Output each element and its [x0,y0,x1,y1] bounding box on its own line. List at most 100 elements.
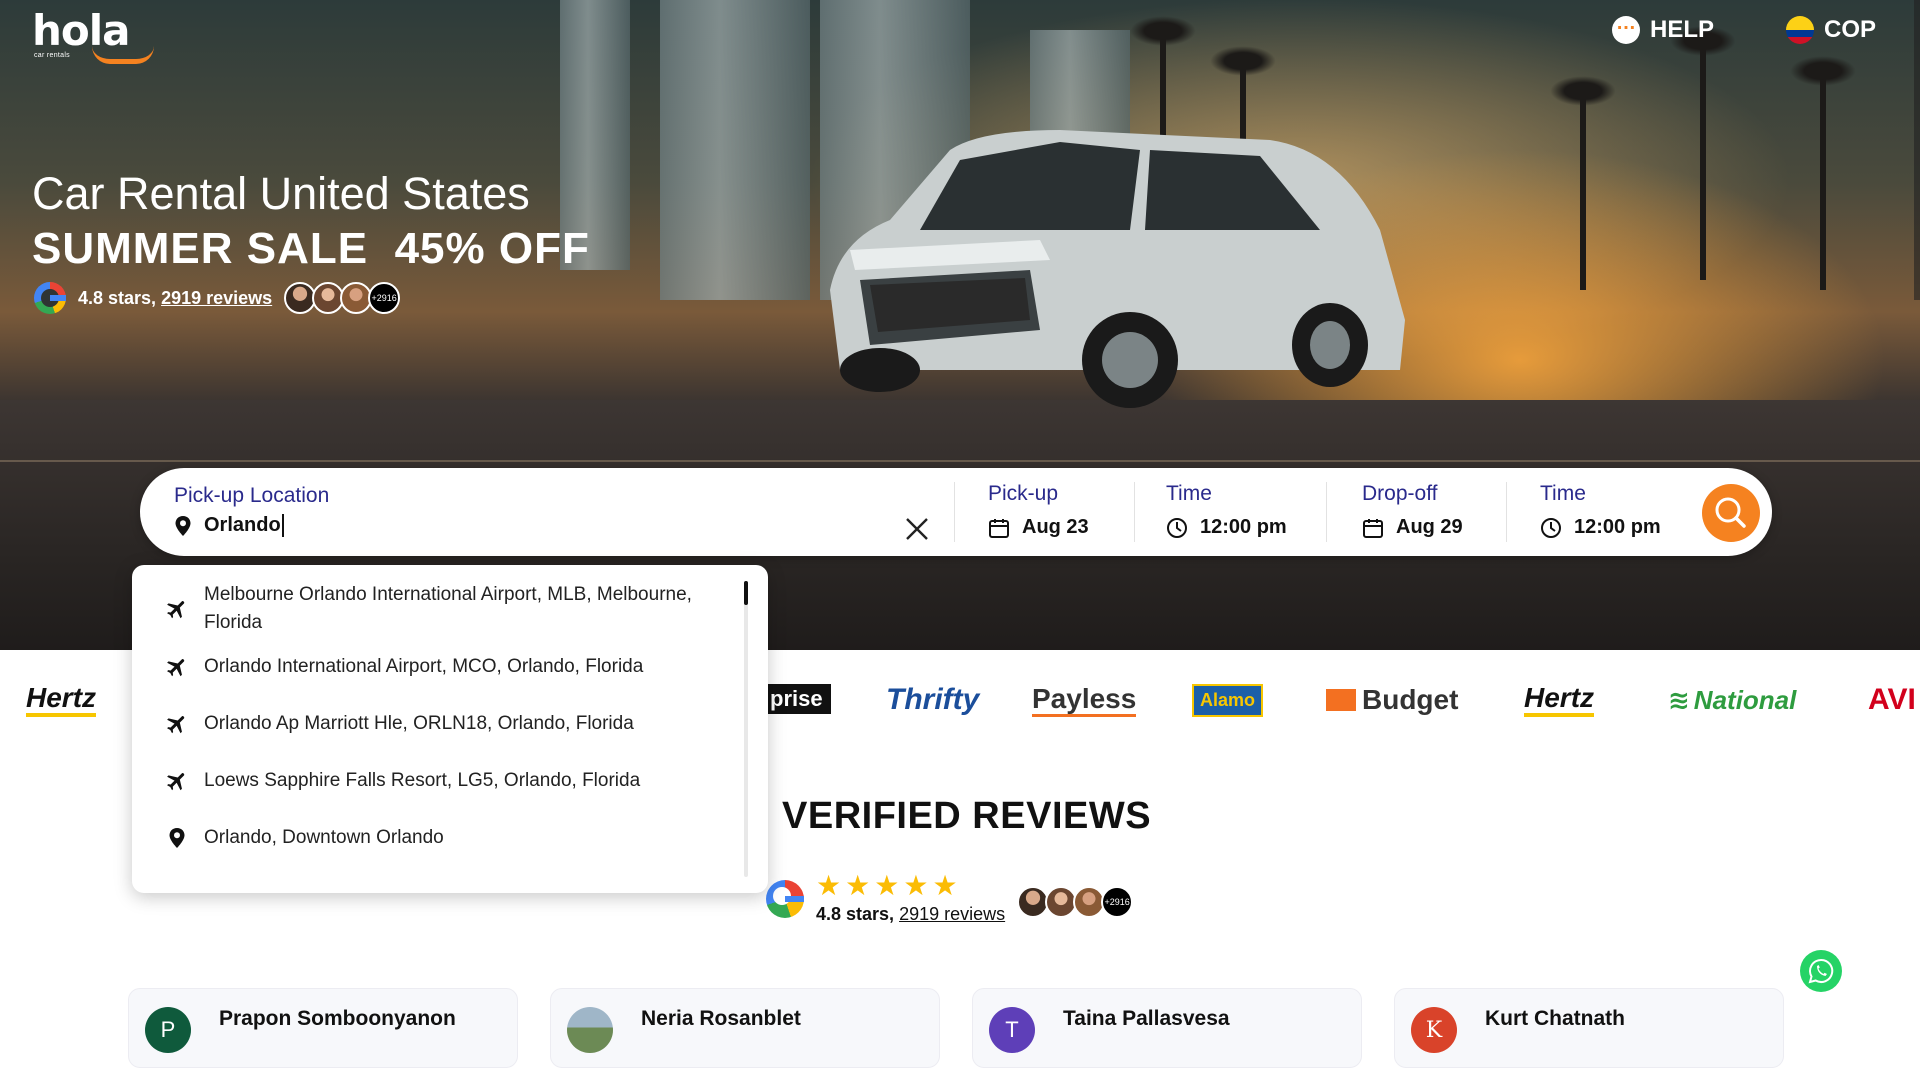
reviewer-name: Prapon Somboonyanon [219,1007,456,1030]
plane-icon [164,653,190,681]
avatar [567,1007,613,1053]
brand-logo-alamo: Alamo [1192,684,1264,717]
palm-tree [1670,26,1736,280]
suggestion-line: Florida [204,612,263,633]
suggestion-line: Melbourne Orlando International Airport,… [204,584,692,605]
pickup-location-label: Pick-up Location [174,484,330,507]
brand-logo-national: ≋ National [1668,685,1796,716]
hero-title: Car Rental United States [32,168,530,219]
reviewer-avatars: +2916 [1017,885,1134,918]
verified-reviews-heading: VERIFIED REVIEWS [782,795,1152,837]
reviews-link[interactable]: 2919 reviews [899,904,1005,924]
suggestion-text: Melbourne Orlando International Airport,… [204,581,692,637]
suggestion-text: Orlando, Downtown Orlando [204,827,444,848]
brand-logo-payless: Payless [1032,683,1137,717]
brand-logo-avis: AVI [1868,683,1916,716]
hola-logo[interactable]: hola car rentals [32,6,154,64]
palm-tree [1790,56,1856,290]
calendar-icon [1363,518,1383,538]
currency-label: COP [1824,16,1877,43]
divider [1506,482,1507,542]
pickup-date-field[interactable]: Aug 23 [988,516,1089,539]
brand-logo-budget: Budget [1326,684,1458,716]
chat-bubble-icon [1612,12,1640,44]
colombia-flag-icon [1786,16,1814,44]
location-pin-icon [164,824,190,852]
pickup-date-value: Aug 23 [1022,516,1089,538]
avatar: T [989,1007,1035,1053]
budget-wordmark: Budget [1362,684,1459,715]
dropoff-time-label: Time [1540,482,1586,505]
whatsapp-icon [1808,958,1834,984]
pickup-location-field[interactable]: Orlando [174,514,284,537]
suggestion-text: Loews Sapphire Falls Resort, LG5, Orland… [204,770,641,791]
star-icon: ★ [903,870,929,901]
reviews-rating-text: 4.8 stars, 2919 reviews [816,904,1005,925]
reviewer-name: Kurt Chatnath [1485,1007,1625,1030]
divider [954,482,955,542]
reviews-stars-and-text: ★ ★ ★ ★ ★ 4.8 stars, 2919 reviews [816,872,1005,925]
review-card[interactable]: T Taina Pallasvesa [972,988,1362,1068]
dropoff-time-field[interactable]: 12:00 pm [1540,516,1661,539]
help-link[interactable]: HELP [1612,12,1714,44]
dropoff-date-field[interactable]: Aug 29 [1362,516,1463,539]
background-building [660,0,810,300]
national-wave-icon: ≋ [1668,684,1690,715]
pickup-time-field[interactable]: 12:00 pm [1166,516,1287,539]
palm-tree [1550,76,1616,290]
hero-reviews-link[interactable]: 2919 reviews [161,288,272,308]
suggestion-item[interactable]: Loews Sapphire Falls Resort, LG5, Orland… [164,767,640,795]
calendar-icon [989,518,1009,538]
pickup-time-value: 12:00 pm [1200,516,1287,538]
suggestion-item[interactable]: Orlando International Airport, MCO, Orla… [164,653,643,681]
more-reviewers-badge: +2916 [368,282,401,314]
suggestion-item[interactable]: Orlando Ap Marriott Hle, ORLN18, Orlando… [164,710,634,738]
currency-selector[interactable]: COP [1786,16,1876,44]
google-icon [34,282,66,314]
dropdown-scrollbar-thumb[interactable] [744,581,748,605]
national-wordmark: National [1693,684,1797,715]
logo-subtitle: car rentals [34,52,70,59]
divider [1134,482,1135,542]
brand-logo-enterprise: prise [762,684,831,714]
clear-icon[interactable] [904,516,930,542]
clock-icon [1167,517,1187,538]
budget-mark-icon [1326,689,1356,711]
pickup-location-input[interactable]: Orlando [204,514,284,537]
reviewer-name: Taina Pallasvesa [1063,1007,1230,1030]
more-reviewers-badge: +2916 [1101,885,1134,918]
star-icon: ★ [816,870,842,901]
reviewer-avatars: +2916 [284,282,401,314]
plane-icon [164,767,190,795]
location-suggestions-dropdown: Melbourne Orlando International Airport,… [132,565,768,893]
dropdown-scrollbar-track[interactable] [744,581,748,877]
divider [1326,482,1327,542]
dropoff-time-value: 12:00 pm [1574,516,1661,538]
star-icon: ★ [845,870,871,901]
search-button[interactable] [1702,484,1760,542]
rating-prefix: 4.8 stars, [78,287,162,308]
avatar: P [145,1007,191,1053]
minivan-image [830,130,1405,408]
clock-icon [1541,517,1561,538]
review-card[interactable]: Neria Rosanblet [550,988,940,1068]
brand-logo-hertz: Hertz [1524,683,1595,717]
pickup-date-label: Pick-up [988,482,1059,505]
review-card[interactable]: P Prapon Somboonyanon [128,988,518,1068]
review-card[interactable]: K Kurt Chatnath [1394,988,1784,1068]
reviews-summary: ★ ★ ★ ★ ★ 4.8 stars, 2919 reviews +2916 [766,872,1134,925]
reviewer-name: Neria Rosanblet [641,1007,801,1030]
suggestion-text: Orlando Ap Marriott Hle, ORLN18, Orlando… [204,713,634,734]
dropoff-date-label: Drop-off [1362,482,1438,505]
whatsapp-button[interactable] [1800,950,1842,992]
suggestion-item[interactable]: Orlando, Downtown Orlando [164,824,444,852]
location-pin-icon [175,515,191,536]
search-bar: Pick-up Location Orlando Pick-up Aug 23 … [140,468,1772,556]
google-icon [766,879,804,918]
star-icon: ★ [874,870,900,901]
suggestion-item[interactable]: Melbourne Orlando International Airport,… [164,581,692,637]
page-scrollbar[interactable] [1914,0,1920,300]
search-icon [1715,497,1746,528]
hero-rating: 4.8 stars, 2919 reviews +2916 [34,282,401,314]
plane-icon [164,710,190,738]
